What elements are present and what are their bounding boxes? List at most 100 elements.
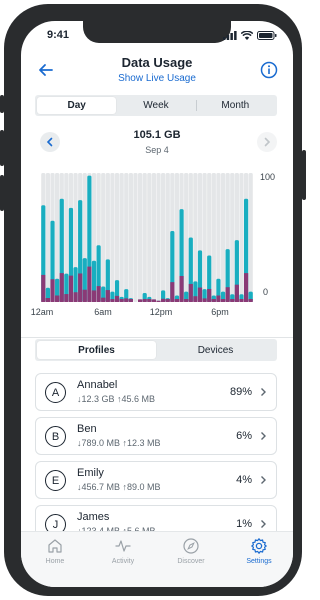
bar-track [174,173,180,302]
upload-bar-segment [55,295,60,302]
upload-bar-segment [73,292,78,302]
upload-bar-segment [82,289,87,302]
upload-bar-segment [193,296,198,302]
bar-track [161,173,166,302]
upload-bar-segment [110,299,115,302]
upload-bar-segment [147,299,152,302]
profile-usage: ↓456.7 MB ↑89.0 MB [77,482,161,492]
tab-activity[interactable]: Activity [89,537,157,587]
bar-track [133,173,138,302]
bar-track [137,173,143,302]
usage-bar-chart: 12am 6am 12pm 6pm 100 0 [31,172,275,317]
profile-usage: ↓12.3 GB ↑45.6 MB [77,394,156,404]
bar-track [184,173,189,302]
upload-bar-segment [220,299,226,302]
tab-label: Settings [246,558,272,565]
bar-track [165,173,170,302]
tab-discover[interactable]: Discover [157,537,225,587]
upload-bar-segment [59,273,64,302]
bar-track [239,173,244,302]
chevron-right-icon [261,520,266,528]
upload-bar-segment [234,284,239,302]
bar-track [230,173,235,302]
upload-bar-segment [156,300,161,302]
upload-bar-segment [114,295,120,302]
bar-track [128,173,133,302]
upload-bar-segment [87,266,92,302]
profile-card-ben[interactable]: B Ben ↓789.0 MB ↑12.3 MB 6% [35,417,277,455]
y-min-label: 0 [263,287,268,297]
bar-track [147,173,152,302]
upload-bar-segment [184,299,189,302]
tab-settings[interactable]: Settings [225,537,293,587]
upload-bar-segment [50,279,55,302]
upload-bar-segment [128,299,133,302]
x-tick-label: 6pm [211,307,229,317]
bar-track [45,173,51,302]
upload-bar-segment [207,288,212,302]
profile-percent: 89% [229,386,252,398]
upload-bar-segment [101,297,106,302]
x-tick-label: 6am [94,307,112,317]
bar-track [202,173,207,302]
profile-name: Ben [77,423,97,435]
home-icon [48,539,62,553]
section-divider [21,337,293,338]
chevron-right-icon [261,388,266,396]
activity-icon [115,540,131,552]
compass-icon [183,538,199,554]
upload-bar-segment [170,282,175,302]
upload-bar-segment [239,299,244,302]
profile-name: James [77,511,110,523]
tab-label: Home [45,558,65,565]
upload-bar-segment [230,299,235,302]
profile-percent: 1% [236,518,252,530]
upload-bar-segment [105,290,110,302]
upload-bar-segment [179,275,184,302]
profile-name: Emily [77,467,104,479]
bar-track [101,173,106,302]
bar-track [151,173,157,302]
avatar: A [45,382,66,403]
upload-bar-segment [161,298,166,302]
bottom-tab-bar: Home Activity Discover Settings [21,531,293,587]
upload-bar-segment [216,295,221,302]
profile-card-emily[interactable]: E Emily ↓456.7 MB ↑89.0 MB 4% [35,461,277,499]
x-tick-label: 12am [31,307,54,317]
upload-bar-segment [45,298,51,302]
profile-percent: 6% [236,430,252,442]
upload-bar-segment [64,294,69,302]
profile-name: Annabel [77,379,118,391]
upload-bar-segment [211,299,216,302]
tab-label: Discover [177,558,205,565]
bar-track [119,173,124,302]
bar-track [248,173,253,302]
avatar: E [45,470,66,491]
upload-bar-segment [68,275,74,302]
y-max-label: 100 [260,172,275,182]
profile-percent: 4% [236,474,252,486]
upload-bar-segment [202,298,207,302]
upload-bar-segment [78,273,83,302]
profile-device-segmented-control: Profiles Devices [35,339,277,361]
upload-bar-segment [174,299,180,302]
upload-bar-segment [119,299,124,302]
bar-track [211,173,216,302]
profile-card-annabel[interactable]: A Annabel ↓12.3 GB ↑45.6 MB 89% [35,373,277,411]
power-button [302,150,306,200]
bar-track [110,173,115,302]
gear-icon [251,538,267,554]
bar-track [142,173,147,302]
app-screen: 9:41 Data Usage Show Live Usage Day Week… [21,21,293,587]
tab-label: Activity [111,558,135,565]
upload-bar-segment [243,273,249,302]
bar-track [156,173,161,302]
tab-devices[interactable]: Devices [156,341,275,359]
upload-bar-segment [188,283,193,302]
upload-bar-segment [165,299,170,302]
tab-home[interactable]: Home [21,537,89,587]
tab-profiles[interactable]: Profiles [37,341,156,359]
bar-track [220,173,226,302]
upload-bar-segment [41,274,46,302]
upload-bar-segment [248,299,253,302]
